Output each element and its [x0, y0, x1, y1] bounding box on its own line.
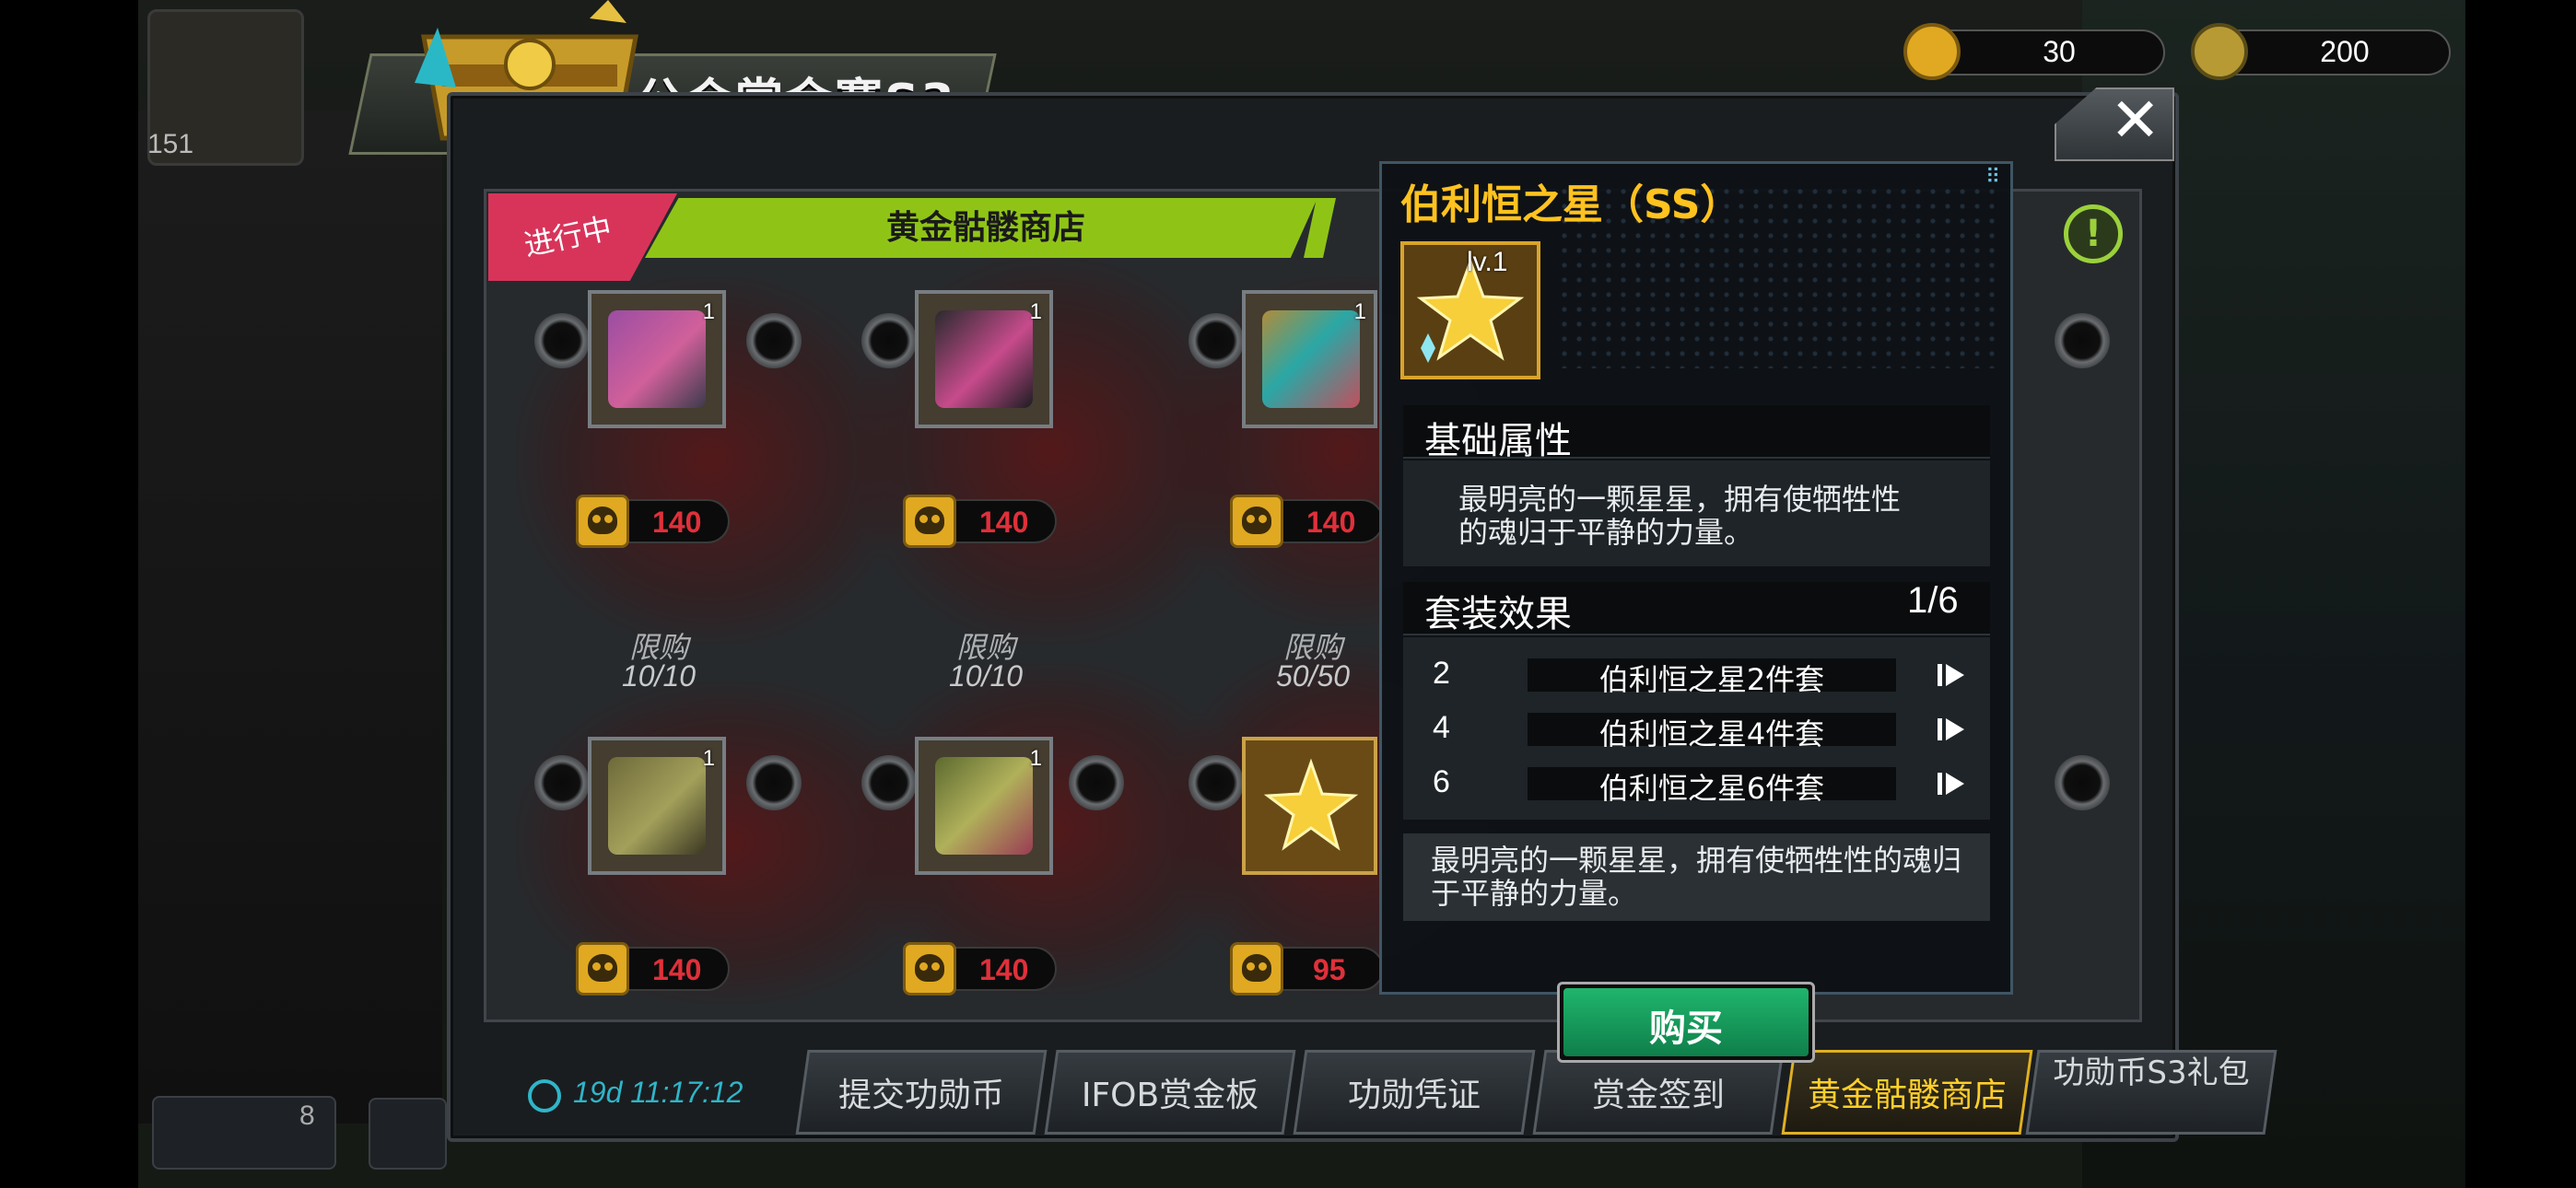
- player-level: 151: [147, 129, 194, 159]
- expand-arrow-icon[interactable]: [1938, 716, 1969, 743]
- expand-arrow-icon[interactable]: [1938, 770, 1969, 798]
- chat-button[interactable]: [369, 1098, 447, 1170]
- popup-item-title: 伯利恒之星（SS）: [1400, 181, 1741, 228]
- bullet-hole: [1188, 755, 1244, 810]
- letterbox-left: [0, 0, 138, 1188]
- gold-skull-icon: [1230, 942, 1283, 996]
- item-count: 1: [1029, 299, 1042, 324]
- gold-skull-icon: [903, 495, 956, 548]
- game-screen: 151 30 200 公会赏金赛S3 ✕ 进行中 黄金骷髅商店 ! 1 1: [0, 0, 2576, 1188]
- shop-title: 黄金骷髅商店: [885, 209, 1085, 247]
- tab-label: 功勋币S3礼包: [2053, 1054, 2250, 1091]
- shop-item-slot[interactable]: 1: [1242, 290, 1377, 428]
- item-price: 95: [1313, 953, 1346, 986]
- gold-skull-icon: [1230, 495, 1283, 548]
- camo-bag-icon: [935, 757, 1033, 855]
- shop-item-slot[interactable]: 1: [588, 290, 726, 428]
- tab-label: 黄金骷髅商店: [1807, 1077, 2007, 1114]
- bullet-hole: [746, 755, 802, 810]
- item-count: 1: [1029, 746, 1042, 771]
- tab-label: IFOB赏金板: [1081, 1077, 1259, 1114]
- purchase-limit-count: 10/10: [948, 659, 1024, 693]
- flavor-text: 最明亮的一颗星星，拥有使牺牲性的魂归于平静的力量。: [1431, 843, 1962, 911]
- set-effect-label: 套装效果: [1424, 593, 1572, 635]
- bullet-hole: [2055, 755, 2110, 810]
- left-backdrop: [138, 111, 442, 1124]
- item-count: 1: [702, 746, 715, 771]
- countdown-timer: 19d 11:17:12: [573, 1076, 744, 1109]
- shop-item-slot[interactable]: 1: [915, 290, 1053, 428]
- bullet-hole: [746, 313, 802, 368]
- gold-skull-icon: [903, 942, 956, 996]
- item-price: 140: [1306, 506, 1356, 539]
- set-bonus-name: 伯利恒之星2件套: [1598, 662, 1825, 697]
- bullet-hole: [534, 313, 590, 368]
- armor-vest-icon: [608, 310, 706, 408]
- gold-skull-icon: [1903, 23, 1961, 80]
- boots-icon: [935, 310, 1033, 408]
- item-price: 140: [652, 506, 702, 539]
- skull-currency-value: 30: [2043, 35, 2076, 68]
- bullet-hole: [1069, 755, 1124, 810]
- medal-coin-icon: [2191, 23, 2248, 80]
- purchase-limit-count: 10/10: [621, 659, 697, 693]
- purchase-limit-count: 50/50: [1275, 659, 1351, 693]
- bullet-hole: [2055, 313, 2110, 368]
- set-piece-count: 6: [1433, 764, 1450, 799]
- info-icon[interactable]: !: [2064, 204, 2123, 263]
- gold-star-icon: [1263, 758, 1359, 851]
- item-level: lv.1: [1467, 247, 1508, 277]
- shop-item-slot[interactable]: 1: [915, 737, 1053, 875]
- set-bonus-name: 伯利恒之星6件套: [1598, 771, 1825, 806]
- bullet-hole: [861, 313, 917, 368]
- bullet-hole: [534, 755, 590, 810]
- close-icon[interactable]: ✕: [2110, 85, 2160, 156]
- item-count: 1: [1353, 299, 1366, 324]
- friend-count: 8: [299, 1101, 315, 1131]
- expand-arrow-icon[interactable]: [1938, 661, 1969, 689]
- buy-button-label: 购买: [1649, 1007, 1723, 1050]
- tab-label: 功勋凭证: [1347, 1077, 1481, 1114]
- gold-skull-icon: [576, 942, 629, 996]
- shop-item-slot[interactable]: 1: [588, 737, 726, 875]
- camo-boots-icon: [608, 757, 706, 855]
- tab-label: 提交功勋币: [837, 1077, 1004, 1114]
- basic-attributes-label: 基础属性: [1424, 420, 1572, 462]
- gold-skull-icon: [576, 495, 629, 548]
- basic-attributes-desc: 最明亮的一颗星星，拥有使牺牲性的魂归于平静的力量。: [1458, 482, 1902, 550]
- clock-icon: [528, 1079, 561, 1112]
- set-piece-count: 4: [1433, 710, 1450, 745]
- set-bonus-name: 伯利恒之星4件套: [1598, 716, 1825, 751]
- bullet-hole: [861, 755, 917, 810]
- item-price: 140: [652, 953, 702, 986]
- medal-currency-value: 200: [2320, 35, 2370, 68]
- item-price: 140: [979, 953, 1029, 986]
- bullet-hole: [1188, 313, 1244, 368]
- letterbox-right: [2465, 0, 2576, 1188]
- character-pack-icon: [1262, 310, 1360, 408]
- item-price: 140: [979, 506, 1029, 539]
- item-count: 1: [702, 299, 715, 324]
- set-piece-count: 2: [1433, 656, 1450, 691]
- popup-drag-handle[interactable]: ⠿: [1985, 166, 2000, 189]
- shop-item-slot[interactable]: [1242, 737, 1377, 875]
- tab-label: 赏金签到: [1591, 1077, 1725, 1114]
- set-progress: 1/6: [1907, 580, 1959, 621]
